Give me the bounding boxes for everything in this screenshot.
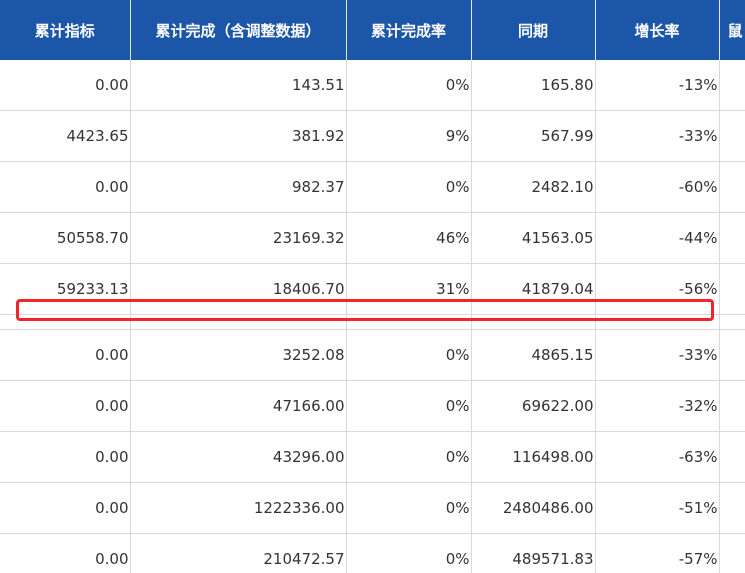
cumulative-completed-cell: 47166.00: [130, 380, 347, 432]
completion-rate-cell: 0%: [346, 161, 472, 213]
growth-rate-cell: -60%: [595, 161, 720, 213]
data-table: 累计指标 累计完成（含调整数据） 累计完成率 同期 增长率 鼠 0.00 143.…: [0, 0, 745, 573]
growth-rate-cell: -56%: [595, 263, 720, 315]
cut-off-column-cell: [719, 263, 745, 315]
table-row-empty[interactable]: [0, 314, 745, 330]
header-growth-rate[interactable]: 增长率: [595, 0, 720, 60]
header-same-period[interactable]: 同期: [471, 0, 596, 60]
table-header: 累计指标 累计完成（含调整数据） 累计完成率 同期 增长率 鼠: [0, 0, 745, 60]
same-period-cell: 165.80: [471, 60, 596, 111]
cut-off-column-cell: [719, 482, 745, 534]
table-row[interactable]: 0.00 47166.00 0% 69622.00 -32%: [0, 380, 745, 432]
same-period-cell: [471, 314, 596, 330]
growth-rate-cell: -63%: [595, 431, 720, 483]
cumulative-target-cell: 50558.70: [0, 212, 131, 264]
cumulative-target-cell: 0.00: [0, 431, 131, 483]
growth-rate-cell: -33%: [595, 110, 720, 162]
cumulative-target-cell: 0.00: [0, 482, 131, 534]
cut-off-column-cell: [719, 380, 745, 432]
header-row: 累计指标 累计完成（含调整数据） 累计完成率 同期 增长率 鼠: [0, 0, 745, 60]
table-body: 0.00 143.51 0% 165.80 -13% 4423.65 381.92 9% 567…: [0, 60, 745, 573]
cumulative-target-cell: 0.00: [0, 380, 131, 432]
cumulative-completed-cell: [130, 314, 347, 330]
cumulative-target-cell: 4423.65: [0, 110, 131, 162]
table-row[interactable]: 59233.13 18406.70 31% 41879.04 -56%: [0, 263, 745, 315]
same-period-cell: 41563.05: [471, 212, 596, 264]
completion-rate-cell: 0%: [346, 533, 472, 573]
cut-off-column-cell: [719, 431, 745, 483]
cumulative-completed-cell: 18406.70: [130, 263, 347, 315]
completion-rate-cell: 9%: [346, 110, 472, 162]
completion-rate-cell: 0%: [346, 60, 472, 111]
cut-off-column-cell: [719, 212, 745, 264]
cumulative-target-cell: 59233.13: [0, 263, 131, 315]
cumulative-completed-cell: 143.51: [130, 60, 347, 111]
same-period-cell: 2482.10: [471, 161, 596, 213]
same-period-cell: 69622.00: [471, 380, 596, 432]
growth-rate-cell: -57%: [595, 533, 720, 573]
completion-rate-cell: 0%: [346, 380, 472, 432]
header-cumulative-completed[interactable]: 累计完成（含调整数据）: [130, 0, 347, 60]
same-period-cell: 41879.04: [471, 263, 596, 315]
growth-rate-cell: -33%: [595, 329, 720, 381]
cumulative-target-cell: [0, 314, 131, 330]
cumulative-completed-cell: 982.37: [130, 161, 347, 213]
growth-rate-cell: -44%: [595, 212, 720, 264]
growth-rate-cell: -51%: [595, 482, 720, 534]
table-row[interactable]: 0.00 982.37 0% 2482.10 -60%: [0, 161, 745, 213]
cumulative-target-cell: 0.00: [0, 329, 131, 381]
table-viewport: 累计指标 累计完成（含调整数据） 累计完成率 同期 增长率 鼠 0.00 143.…: [0, 0, 745, 573]
cut-off-column-cell: [719, 329, 745, 381]
growth-rate-cell: -13%: [595, 60, 720, 111]
header-cumulative-target[interactable]: 累计指标: [0, 0, 131, 60]
table-row[interactable]: 0.00 3252.08 0% 4865.15 -33%: [0, 329, 745, 381]
completion-rate-cell: 0%: [346, 329, 472, 381]
growth-rate-cell: -32%: [595, 380, 720, 432]
cumulative-target-cell: 0.00: [0, 533, 131, 573]
cumulative-target-cell: 0.00: [0, 60, 131, 111]
cumulative-completed-cell: 43296.00: [130, 431, 347, 483]
table-row[interactable]: 0.00 210472.57 0% 489571.83 -57%: [0, 533, 745, 573]
completion-rate-cell: 46%: [346, 212, 472, 264]
table-row[interactable]: 4423.65 381.92 9% 567.99 -33%: [0, 110, 745, 162]
cut-off-column-cell: [719, 110, 745, 162]
same-period-cell: 2480486.00: [471, 482, 596, 534]
table-row[interactable]: 0.00 1222336.00 0% 2480486.00 -51%: [0, 482, 745, 534]
header-completion-rate[interactable]: 累计完成率: [346, 0, 472, 60]
cut-off-column-cell: [719, 60, 745, 111]
table-row[interactable]: 0.00 43296.00 0% 116498.00 -63%: [0, 431, 745, 483]
cut-off-column-cell: [719, 533, 745, 573]
table-row[interactable]: 0.00 143.51 0% 165.80 -13%: [0, 60, 745, 111]
cumulative-completed-cell: 210472.57: [130, 533, 347, 573]
growth-rate-cell: [595, 314, 720, 330]
completion-rate-cell: 31%: [346, 263, 472, 315]
cut-off-column-cell: [719, 314, 745, 330]
table-row[interactable]: 50558.70 23169.32 46% 41563.05 -44%: [0, 212, 745, 264]
cumulative-target-cell: 0.00: [0, 161, 131, 213]
same-period-cell: 489571.83: [471, 533, 596, 573]
completion-rate-cell: 0%: [346, 431, 472, 483]
cumulative-completed-cell: 3252.08: [130, 329, 347, 381]
header-cut-off-column[interactable]: 鼠: [719, 0, 745, 60]
completion-rate-cell: 0%: [346, 482, 472, 534]
same-period-cell: 4865.15: [471, 329, 596, 381]
cumulative-completed-cell: 1222336.00: [130, 482, 347, 534]
completion-rate-cell: [346, 314, 472, 330]
same-period-cell: 567.99: [471, 110, 596, 162]
same-period-cell: 116498.00: [471, 431, 596, 483]
cumulative-completed-cell: 23169.32: [130, 212, 347, 264]
cut-off-column-cell: [719, 161, 745, 213]
cumulative-completed-cell: 381.92: [130, 110, 347, 162]
